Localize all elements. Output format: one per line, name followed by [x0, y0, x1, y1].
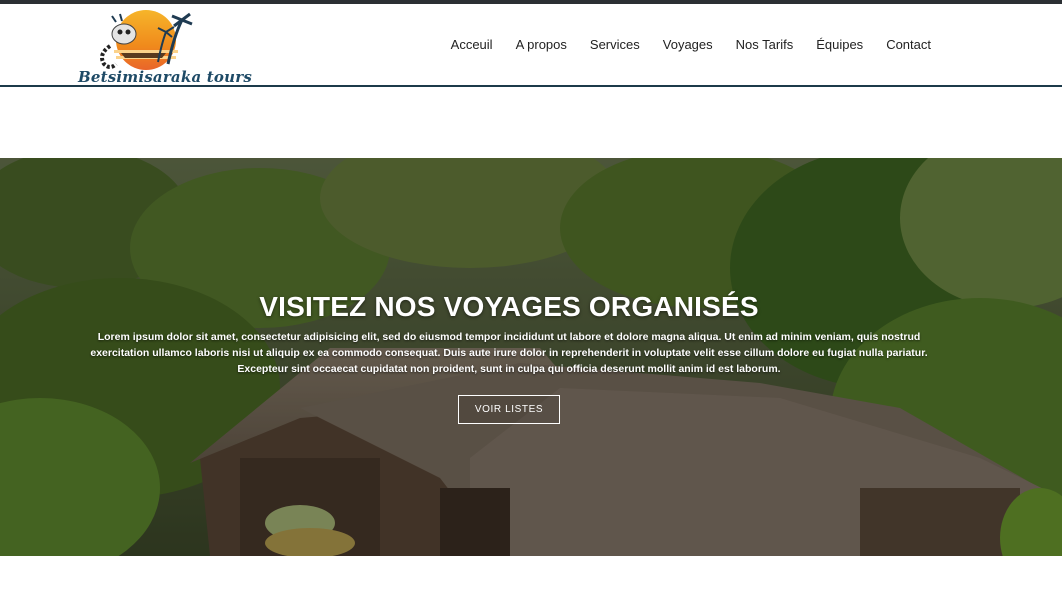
- main-nav: Acceuil A propos Services Voyages Nos Ta…: [428, 37, 931, 52]
- hero-title: VISITEZ NOS VOYAGES ORGANISÉS: [259, 291, 759, 322]
- nav-item-equipes[interactable]: Équipes: [816, 37, 863, 52]
- brand-name: Betsimisaraka tours: [78, 68, 252, 86]
- nav-item-services[interactable]: Services: [590, 37, 640, 52]
- nav-item-nos-tarifs[interactable]: Nos Tarifs: [736, 37, 794, 52]
- nav-item-acceuil[interactable]: Acceuil: [451, 37, 493, 52]
- nav-item-contact[interactable]: Contact: [886, 37, 931, 52]
- brand-logo[interactable]: Betsimisaraka tours: [76, 6, 252, 86]
- nav-item-a-propos[interactable]: A propos: [516, 37, 567, 52]
- hero-banner: VISITEZ NOS VOYAGES ORGANISÉS Lorem ipsu…: [0, 158, 1062, 556]
- site-header: Betsimisaraka tours Acceuil A propos Ser…: [0, 4, 1062, 87]
- hero-description: Lorem ipsum dolor sit amet, consectetur …: [90, 331, 928, 375]
- logo-emblem-icon: [100, 10, 193, 70]
- view-lists-button[interactable]: VOIR LISTES: [458, 395, 560, 424]
- nav-item-voyages[interactable]: Voyages: [663, 37, 713, 52]
